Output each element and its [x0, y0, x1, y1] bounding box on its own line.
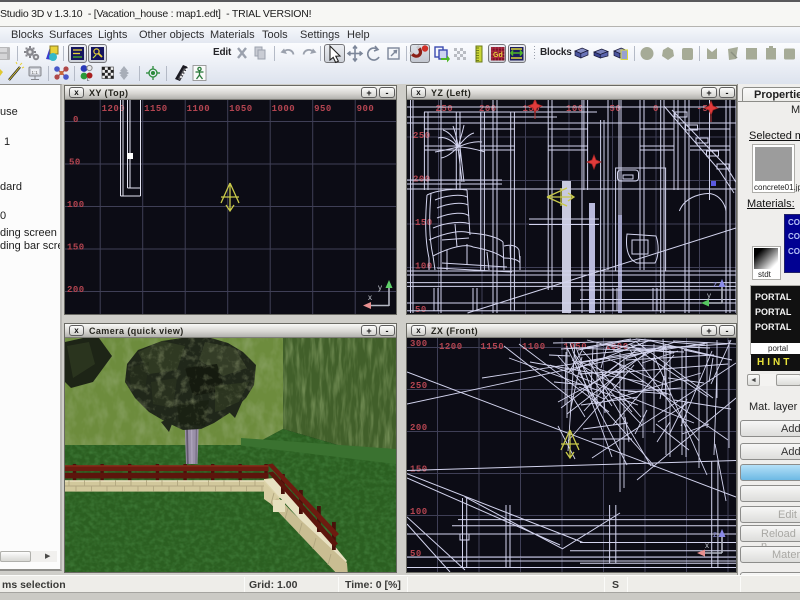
svg-text:100: 100 — [67, 200, 85, 210]
svg-text:x: x — [705, 541, 709, 550]
svg-text:0: 0 — [73, 115, 79, 125]
svg-text:100: 100 — [410, 507, 428, 517]
svg-text:950: 950 — [314, 104, 332, 114]
svg-text:z: z — [713, 530, 717, 539]
svg-text:1:1: 1:1 — [32, 70, 39, 75]
svg-text:z: z — [713, 280, 717, 289]
svg-text:1000: 1000 — [272, 104, 296, 114]
svg-text:x: x — [368, 293, 372, 302]
svg-text:1100: 1100 — [522, 342, 546, 352]
svg-text:50: 50 — [610, 104, 622, 114]
svg-text:1200: 1200 — [102, 104, 126, 114]
svg-text:300: 300 — [410, 339, 428, 349]
svg-text:250: 250 — [410, 381, 428, 391]
svg-text:y: y — [707, 291, 711, 300]
svg-text:0: 0 — [653, 104, 659, 114]
svg-text:1150: 1150 — [144, 104, 168, 114]
svg-text:50: 50 — [415, 305, 427, 314]
svg-text:1150: 1150 — [481, 342, 505, 352]
svg-text:y: y — [378, 283, 382, 292]
svg-text:900: 900 — [357, 104, 375, 114]
svg-text:1100: 1100 — [187, 104, 211, 114]
svg-text:200: 200 — [67, 285, 85, 295]
svg-text:Gd: Gd — [493, 52, 503, 59]
svg-text:100: 100 — [415, 262, 433, 272]
svg-text:1200: 1200 — [439, 342, 463, 352]
svg-text:50: 50 — [69, 158, 81, 168]
svg-text:1050: 1050 — [229, 104, 253, 114]
svg-text:150: 150 — [67, 243, 85, 253]
svg-text:200: 200 — [410, 423, 428, 433]
